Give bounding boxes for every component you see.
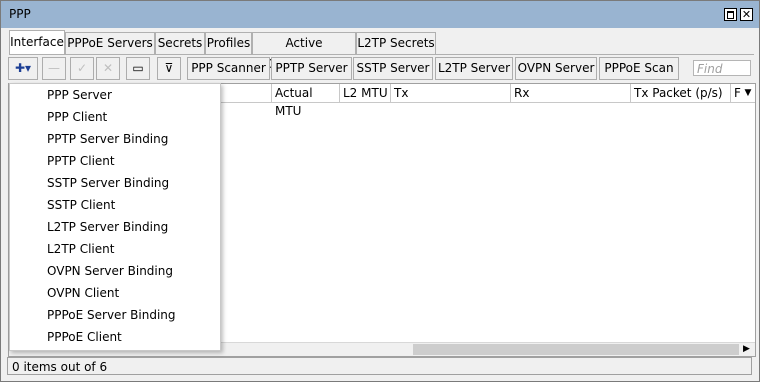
toolbar: ✚▾ — ✓ ✕ ▭ ⊽ PPP Scanner PPTP Server SST… [1,57,759,83]
tab-interface[interactable]: Interface [9,30,65,55]
menu-item-ppp-client[interactable]: PPP Client [10,106,220,128]
l2tp-server-button[interactable]: L2TP Server [435,57,513,80]
enable-icon[interactable]: ✓ [70,57,94,80]
add-button[interactable]: ✚▾ [8,57,38,80]
comment-icon[interactable]: ▭ [126,57,150,80]
sstp-server-button[interactable]: SSTP Server [353,57,433,80]
scrollbar-thumb[interactable] [413,344,739,355]
menu-item-pppoe-server-binding[interactable]: PPPoE Server Binding [10,304,220,326]
menu-item-ppp-server[interactable]: PPP Server [10,84,220,106]
menu-item-ovpn-server-binding[interactable]: OVPN Server Binding [10,260,220,282]
find-input[interactable]: Find [693,60,751,76]
column-rx[interactable]: Rx [510,84,630,102]
disable-icon[interactable]: ✕ [96,57,120,80]
ovpn-server-button[interactable]: OVPN Server [515,57,597,80]
tab-divider [9,54,754,55]
ppp-scanner-button[interactable]: PPP Scanner [187,57,270,80]
status-bar: 0 items out of 6 [7,357,752,375]
scroll-right-icon[interactable]: ▶ [743,343,750,356]
tab-secrets[interactable]: Secrets [155,32,205,54]
remove-icon[interactable]: — [42,57,66,80]
tab-l2tp-secrets[interactable]: L2TP Secrets [356,32,436,54]
menu-item-sstp-client[interactable]: SSTP Client [10,194,220,216]
pptp-server-button[interactable]: PPTP Server [271,57,352,80]
filter-icon[interactable]: ⊽ [157,57,181,80]
window-title: PPP [9,7,31,21]
column-f[interactable]: F [730,84,742,102]
maximize-icon[interactable] [724,8,737,21]
column-tx[interactable]: Tx [390,84,510,102]
menu-item-l2tp-client[interactable]: L2TP Client [10,238,220,260]
pppoe-scan-button[interactable]: PPPoE Scan [599,57,679,80]
menu-item-sstp-server-binding[interactable]: SSTP Server Binding [10,172,220,194]
menu-item-pppoe-client[interactable]: PPPoE Client [10,326,220,348]
ppp-window: PPP ✕ Interface PPPoE Servers Secrets Pr… [0,0,760,382]
columns-dropdown-icon[interactable]: ▼ [742,84,754,102]
column-tx-packet[interactable]: Tx Packet (p/s) [630,84,730,102]
menu-item-ovpn-client[interactable]: OVPN Client [10,282,220,304]
tab-pppoe-servers[interactable]: PPPoE Servers [65,32,155,54]
tab-profiles[interactable]: Profiles [205,32,252,54]
tab-active-connections[interactable]: Active Connections [252,32,356,71]
close-icon[interactable]: ✕ [740,8,753,21]
title-bar[interactable]: PPP ✕ [1,1,759,28]
column-l2-mtu[interactable]: L2 MTU [339,84,390,102]
menu-item-l2tp-server-binding[interactable]: L2TP Server Binding [10,216,220,238]
column-actual-mtu[interactable]: Actual MTU [271,84,339,118]
add-menu: PPP Server PPP Client PPTP Server Bindin… [9,83,221,351]
menu-item-pptp-server-binding[interactable]: PPTP Server Binding [10,128,220,150]
menu-item-pptp-client[interactable]: PPTP Client [10,150,220,172]
